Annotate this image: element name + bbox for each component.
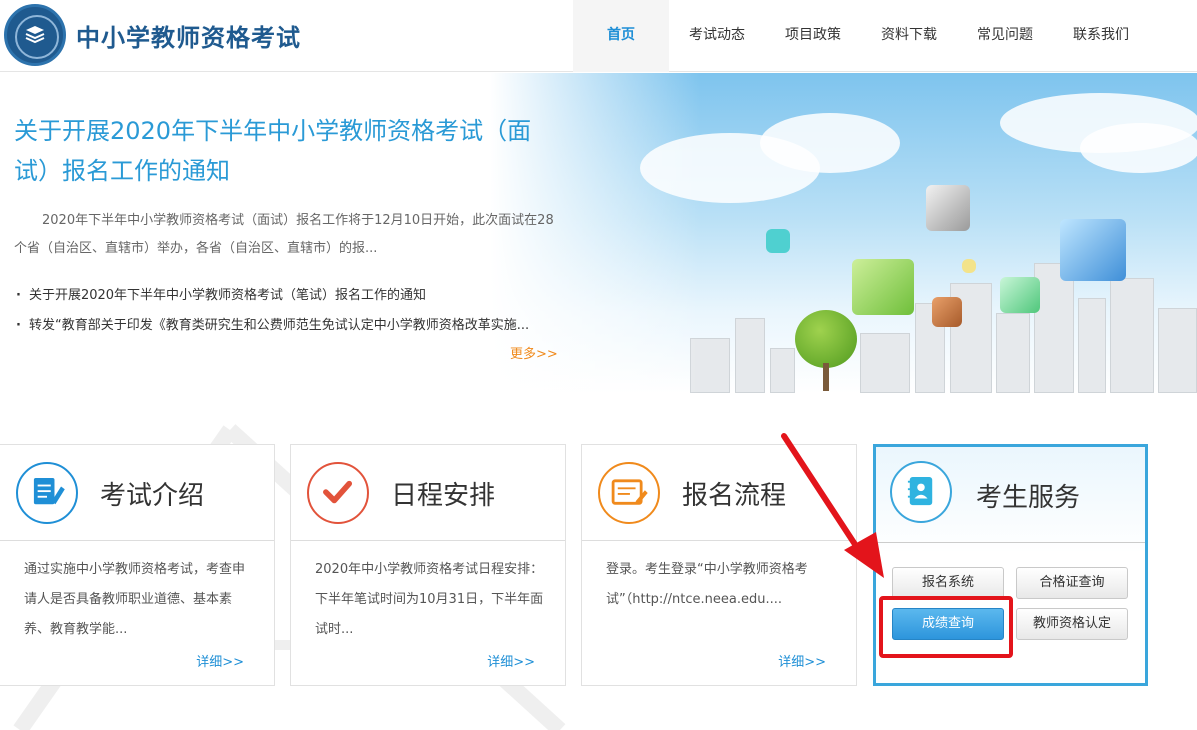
card-summary: 2020年中小学教师资格考试日程安排：下半年笔试时间为10月31日，下半年面试时… — [315, 562, 544, 637]
building — [735, 318, 765, 393]
building — [770, 348, 795, 393]
site-title[interactable]: 中小学教师资格考试 — [76, 18, 301, 53]
building — [1110, 278, 1154, 393]
banner-description: 2020年下半年中小学教师资格考试（面试）报名工作将于12月10日开始，此次面试… — [14, 213, 554, 256]
nav-item-home[interactable]: 首页 — [573, 0, 669, 72]
form-icon — [598, 462, 660, 524]
small-cube-icon — [766, 229, 790, 253]
card-title[interactable]: 日程安排 — [391, 475, 495, 512]
nav-item-downloads[interactable]: 资料下载 — [861, 0, 957, 72]
book-stack-icon — [25, 26, 45, 44]
banner-headline[interactable]: 关于开展2020年下半年中小学教师资格考试（面试）报名工作的通知 — [14, 111, 534, 191]
news-item[interactable]: 转发“教育部关于印发《教育类研究生和公费师范生免试认定中小学教师资格改革实施..… — [16, 311, 529, 341]
brown-cube-icon — [932, 297, 962, 327]
news-list: 关于开展2020年下半年中小学教师资格考试（笔试）报名工作的通知 转发“教育部关… — [16, 281, 529, 341]
tree-trunk — [823, 363, 829, 391]
building — [1078, 298, 1106, 393]
nav-item-contact[interactable]: 联系我们 — [1053, 0, 1149, 72]
news-item[interactable]: 关于开展2020年下半年中小学教师资格考试（笔试）报名工作的通知 — [16, 281, 529, 311]
piano-cube-icon — [926, 185, 970, 231]
card-title[interactable]: 考生服务 — [976, 477, 1080, 514]
certificate-query-button[interactable]: 合格证查询 — [1016, 567, 1128, 599]
building — [1158, 308, 1197, 393]
registration-system-button[interactable]: 报名系统 — [892, 567, 1004, 599]
green-cube-icon — [852, 259, 914, 315]
card-summary: 通过实施中小学教师资格考试，考查申请人是否具备教师职业道德、基本素养、教育教学能… — [24, 562, 246, 637]
card-header: 日程安排 — [291, 445, 565, 541]
nav-item-faq[interactable]: 常见问题 — [957, 0, 1053, 72]
score-query-highlight — [879, 596, 1013, 658]
card-more-link[interactable]: 详细>> — [778, 651, 826, 670]
ntce-logo-icon[interactable] — [4, 4, 66, 66]
card-title[interactable]: 考试介绍 — [100, 475, 204, 512]
checkmark-icon — [307, 462, 369, 524]
nav-item-policy[interactable]: 项目政策 — [765, 0, 861, 72]
cloud — [760, 113, 900, 173]
tiny-cube-icon — [962, 259, 976, 273]
cloud — [1080, 123, 1197, 173]
card-title[interactable]: 报名流程 — [682, 475, 786, 512]
card-header: 考生服务 — [876, 447, 1145, 543]
card-schedule: 日程安排 2020年中小学教师资格考试日程安排：下半年笔试时间为10月31日，下… — [290, 444, 566, 686]
building — [996, 313, 1030, 393]
tree-icon — [795, 310, 857, 368]
student-book-icon — [890, 461, 952, 523]
card-more-link[interactable]: 详细>> — [487, 651, 535, 670]
card-header: 考试介绍 — [0, 445, 274, 541]
card-more-link[interactable]: 详细>> — [196, 651, 244, 670]
card-exam-intro: 考试介绍 通过实施中小学教师资格考试，考查申请人是否具备教师职业道德、基本素养、… — [0, 444, 275, 686]
red-arrow-annotation — [781, 433, 884, 578]
nav-item-exam-news[interactable]: 考试动态 — [669, 0, 765, 72]
teacher-qualification-button[interactable]: 教师资格认定 — [1016, 608, 1128, 640]
main-nav: 首页 考试动态 项目政策 资料下载 常见问题 联系我们 — [573, 0, 1149, 72]
building — [860, 333, 910, 393]
hero-banner: 关于开展2020年下半年中小学教师资格考试（面试）报名工作的通知 2020年下半… — [0, 73, 1197, 393]
site-header: 中小学教师资格考试 首页 考试动态 项目政策 资料下载 常见问题 联系我们 — [0, 0, 1197, 72]
mint-cube-icon — [1000, 277, 1040, 313]
document-icon — [16, 462, 78, 524]
building — [1034, 263, 1074, 393]
music-cube-icon — [1060, 219, 1126, 281]
more-news-link[interactable]: 更多>> — [510, 343, 558, 362]
